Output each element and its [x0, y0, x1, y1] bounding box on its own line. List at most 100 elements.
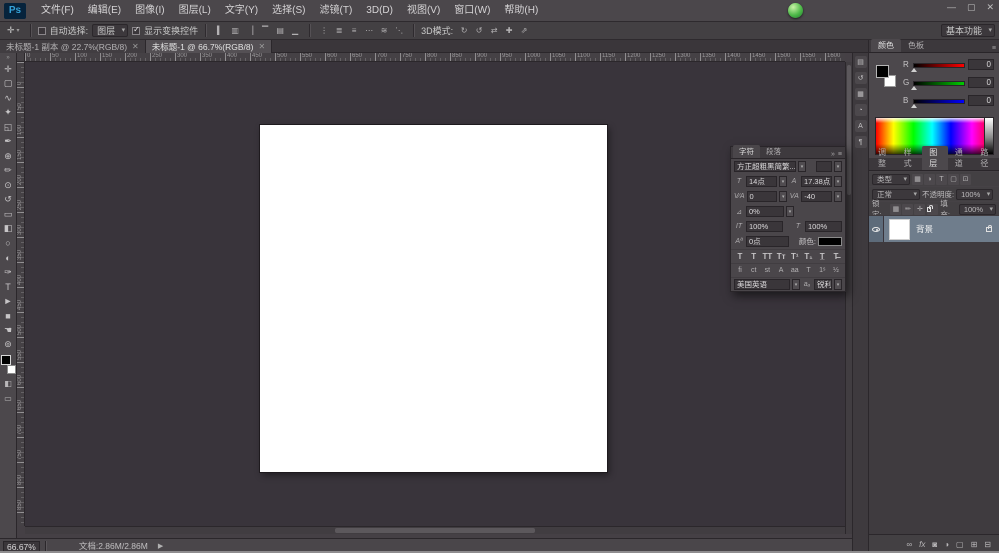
- type-tool[interactable]: T: [1, 280, 16, 295]
- auto-select-target-dropdown[interactable]: 图层: [92, 24, 129, 37]
- collapse-toolbar-icon[interactable]: »: [6, 54, 9, 62]
- history-panel-icon[interactable]: ↺: [854, 72, 867, 84]
- document-tab[interactable]: 未标题-1 副本 @ 22.7%(RGB/8) ✕: [0, 40, 146, 53]
- menu-item[interactable]: 文字(Y): [218, 0, 265, 21]
- layer-thumbnail[interactable]: [889, 218, 910, 240]
- lock-position-icon[interactable]: ✛: [914, 203, 926, 215]
- font-size-input[interactable]: 14点: [746, 176, 777, 187]
- new-group-icon[interactable]: ▢: [956, 540, 964, 549]
- close-button[interactable]: ✕: [986, 2, 994, 13]
- faux-italic-button[interactable]: T: [748, 252, 760, 261]
- chevron-down-icon[interactable]: ▾: [834, 161, 842, 172]
- blue-value[interactable]: 0: [968, 95, 994, 106]
- menu-item[interactable]: 帮助(H): [497, 0, 545, 21]
- align-horizontal-centers-icon[interactable]: ▥: [228, 24, 242, 38]
- 3d-drag-icon[interactable]: ⇄: [487, 24, 501, 38]
- character-panel-icon[interactable]: A: [854, 120, 867, 132]
- panel-menu-icon[interactable]: ≡: [838, 151, 842, 158]
- clone-stamp-tool[interactable]: ⊙: [1, 178, 16, 193]
- tab-paths[interactable]: 路径: [973, 146, 999, 170]
- show-transform-controls-checkbox[interactable]: [132, 25, 141, 35]
- blue-slider[interactable]: [913, 99, 965, 104]
- horizontal-scrollbar[interactable]: [25, 526, 845, 534]
- paragraph-panel-icon[interactable]: ¶: [854, 136, 867, 148]
- lasso-tool[interactable]: ∿: [1, 91, 16, 106]
- crop-tool[interactable]: ◱: [1, 120, 16, 135]
- align-vertical-centers-icon[interactable]: ▤: [273, 24, 287, 38]
- minimize-button[interactable]: —: [947, 2, 956, 13]
- gradient-tool[interactable]: ◧: [1, 222, 16, 237]
- align-top-edges-icon[interactable]: ▔: [258, 24, 272, 38]
- strikethrough-button[interactable]: T̶: [830, 252, 842, 261]
- filter-adjustment-layers-icon[interactable]: ◑: [924, 173, 935, 185]
- superscript-button[interactable]: T¹: [789, 252, 801, 261]
- menu-item[interactable]: 视图(V): [400, 0, 447, 21]
- chevron-down-icon[interactable]: ▾: [834, 191, 843, 202]
- green-slider[interactable]: [913, 81, 965, 86]
- workspace-switcher-dropdown[interactable]: 基本功能: [940, 24, 995, 37]
- menu-item[interactable]: 图层(L): [172, 0, 218, 21]
- faux-bold-button[interactable]: T: [734, 252, 746, 261]
- brush-tool[interactable]: ✏: [1, 164, 16, 179]
- opacity-dropdown[interactable]: 100%: [956, 188, 994, 200]
- align-left-edges-icon[interactable]: ▍: [213, 24, 227, 38]
- horizontal-ruler[interactable]: 0 50 100 150 200 250 300 350 400 450 500 550 600 650 7…: [25, 53, 845, 62]
- path-selection-tool[interactable]: ►: [1, 294, 16, 309]
- filter-pixel-layers-icon[interactable]: ▦: [912, 173, 923, 185]
- distribute-left-edges-icon[interactable]: ⋯: [362, 24, 376, 38]
- lock-all-icon[interactable]: [927, 203, 939, 215]
- 3d-rotate-icon[interactable]: ↻: [457, 24, 471, 38]
- document-tab[interactable]: 未标题-1 @ 66.7%(RGB/8) ✕: [145, 40, 273, 53]
- history-brush-tool[interactable]: ↺: [1, 193, 16, 208]
- zoom-level-input[interactable]: 66.67%: [3, 540, 40, 552]
- pen-tool[interactable]: ✑: [1, 265, 16, 280]
- titling-alternates-button[interactable]: T: [803, 267, 815, 274]
- new-layer-icon[interactable]: ⊞: [971, 540, 978, 549]
- layer-mask-icon[interactable]: ◙: [932, 540, 937, 549]
- ordinals-button[interactable]: 1ˢ: [816, 267, 828, 274]
- close-icon[interactable]: ✕: [258, 42, 265, 51]
- tab-layers[interactable]: 图层: [922, 146, 948, 170]
- chevron-down-icon[interactable]: ▾: [786, 206, 794, 217]
- baseline-shift-input[interactable]: 0点: [746, 236, 789, 247]
- marquee-tool[interactable]: ▢: [1, 77, 16, 92]
- anti-alias-dropdown[interactable]: 锐利: [814, 279, 832, 290]
- properties-panel-icon[interactable]: ▤: [854, 56, 867, 68]
- 3d-slide-icon[interactable]: ✚: [502, 24, 516, 38]
- menu-item[interactable]: 选择(S): [265, 0, 312, 21]
- red-slider[interactable]: [913, 63, 965, 68]
- green-value[interactable]: 0: [968, 77, 994, 88]
- filter-shape-layers-icon[interactable]: ▢: [948, 173, 959, 185]
- layer-row-background[interactable]: 背景: [869, 216, 999, 242]
- chevron-down-icon[interactable]: ▾: [798, 161, 806, 172]
- vertical-scale-input[interactable]: 100%: [746, 221, 783, 232]
- dodge-tool[interactable]: ◐: [1, 251, 16, 266]
- font-family-input[interactable]: 方正超粗黑简繁...: [734, 161, 796, 172]
- hand-tool[interactable]: ☚: [1, 323, 16, 338]
- chevron-down-icon[interactable]: ▾: [779, 191, 788, 202]
- styles-panel-icon[interactable]: ▦: [854, 88, 867, 100]
- eyedropper-tool[interactable]: ✒: [1, 135, 16, 150]
- red-value[interactable]: 0: [968, 59, 994, 70]
- auto-select-checkbox[interactable]: [37, 26, 46, 35]
- menu-item[interactable]: 3D(D): [359, 0, 400, 21]
- chevron-down-icon[interactable]: ▾: [834, 279, 842, 290]
- chevron-down-icon[interactable]: ▾: [779, 176, 787, 187]
- ruler-origin-corner[interactable]: [17, 53, 25, 62]
- all-caps-button[interactable]: TT: [761, 252, 773, 261]
- status-flyout-arrow-icon[interactable]: ▶: [158, 542, 163, 550]
- subscript-button[interactable]: T₁: [803, 252, 815, 261]
- swash-button[interactable]: A: [775, 267, 787, 274]
- menu-item[interactable]: 文件(F): [34, 0, 81, 21]
- adjustment-layer-icon[interactable]: ◑: [944, 540, 949, 549]
- align-bottom-edges-icon[interactable]: ▁: [288, 24, 302, 38]
- tab-paragraph[interactable]: 段落: [760, 145, 787, 158]
- canvas[interactable]: [260, 125, 607, 472]
- distribute-bottom-edges-icon[interactable]: ≡: [347, 24, 361, 38]
- green-globe-icon[interactable]: [788, 3, 803, 18]
- filter-smart-objects-icon[interactable]: ⊡: [960, 173, 971, 185]
- kerning-input[interactable]: 0: [746, 191, 778, 202]
- small-caps-button[interactable]: Tᴛ: [775, 252, 787, 261]
- chevron-down-icon[interactable]: ▾: [834, 176, 842, 187]
- align-right-edges-icon[interactable]: ▕: [243, 24, 257, 38]
